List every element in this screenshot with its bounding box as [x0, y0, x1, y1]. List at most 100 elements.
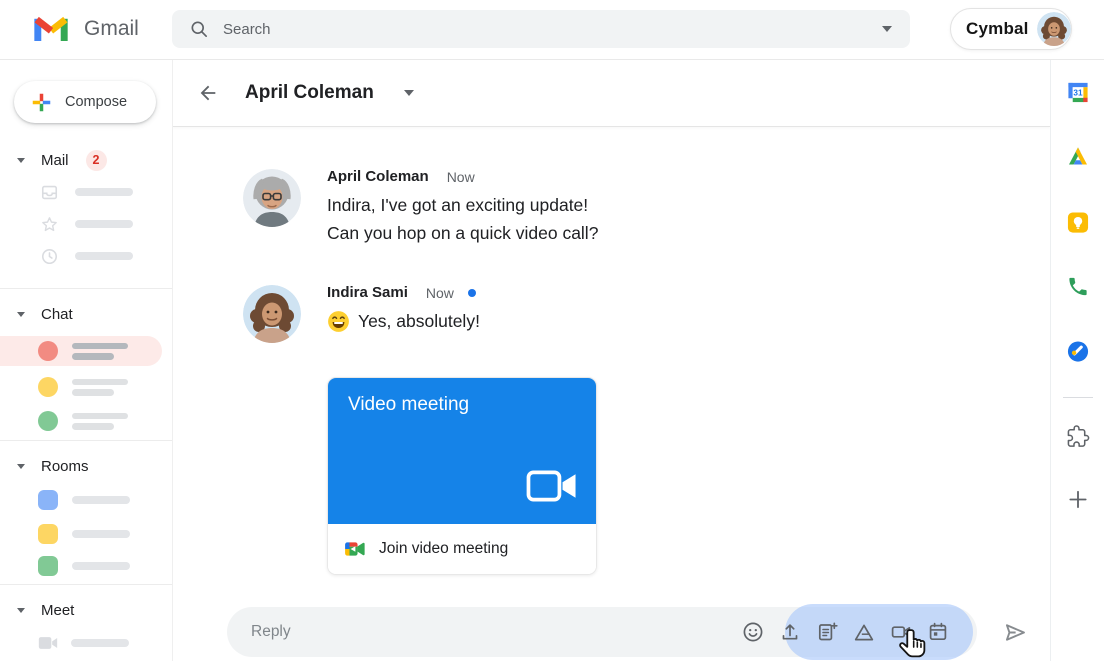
emoji-icon[interactable] [741, 620, 765, 644]
skeleton-bar [71, 639, 129, 647]
sidebar-section-rooms[interactable]: Rooms [0, 455, 172, 477]
calendar-icon[interactable] [926, 620, 950, 644]
search-input[interactable] [223, 21, 882, 38]
join-video-meeting-label: Join video meeting [379, 540, 508, 558]
inbox-icon [40, 183, 59, 202]
note-add-icon[interactable] [815, 620, 839, 644]
app-title: Gmail [84, 17, 139, 41]
chat-message: Indira Sami Now Yes, absolutely! [327, 284, 480, 336]
room-avatar [38, 490, 58, 510]
sidebar-divider [0, 288, 172, 289]
skeleton-bar [72, 562, 130, 570]
chat-message: April Coleman Now Indira, I've got an ex… [327, 168, 598, 247]
message-text: Yes, absolutely! [358, 308, 480, 336]
grinning-face-emoji [327, 310, 350, 333]
conversation-header: April Coleman [173, 60, 1050, 127]
video-meeting-card[interactable]: Video meeting Join video meeting [327, 377, 597, 575]
addons-puzzle-icon[interactable] [1066, 425, 1089, 448]
chevron-down-icon[interactable] [17, 312, 25, 317]
compose-button[interactable]: Compose [14, 81, 156, 123]
message-text-line: Can you hop on a quick video call? [327, 220, 598, 248]
clock-icon [40, 247, 59, 266]
conversation-caret-icon[interactable] [404, 90, 414, 96]
chat-conversation-item[interactable] [0, 372, 172, 402]
mail-folder-item[interactable] [40, 181, 172, 203]
message-timestamp: Now [447, 169, 475, 185]
reply-composer[interactable] [227, 607, 977, 657]
message-timestamp: Now [426, 285, 454, 301]
mail-unread-badge: 2 [86, 150, 107, 171]
meet-section-label: Meet [41, 602, 74, 619]
skeleton-bar [72, 343, 128, 350]
skeleton-bar [72, 496, 130, 504]
back-arrow-icon[interactable] [197, 82, 219, 104]
reply-input[interactable] [251, 607, 571, 657]
video-meeting-banner: Video meeting [328, 378, 596, 524]
message-sender: April Coleman [327, 168, 429, 185]
sidebar-section-mail[interactable]: Mail 2 [0, 149, 172, 171]
left-sidebar: Compose Mail 2 Chat [0, 60, 173, 661]
skeleton-bar [75, 220, 133, 228]
search-options-caret-icon[interactable] [882, 26, 892, 32]
call-icon[interactable] [1066, 275, 1089, 298]
svg-text:31: 31 [1073, 88, 1083, 97]
top-bar: Gmail Cymbal [0, 0, 1104, 60]
videocam-icon[interactable] [889, 620, 913, 644]
sidebar-section-chat[interactable]: Chat [0, 303, 172, 325]
join-video-meeting-button[interactable]: Join video meeting [328, 524, 596, 574]
gmail-app-window: Gmail Cymbal Compose [0, 0, 1104, 661]
mail-folder-item[interactable] [40, 213, 172, 235]
send-button[interactable] [1001, 619, 1028, 651]
keep-icon[interactable] [1066, 211, 1089, 234]
chat-section-label: Chat [41, 306, 73, 323]
avatar [38, 341, 58, 361]
videocam-icon [38, 635, 58, 651]
avatar [243, 169, 301, 227]
room-item[interactable] [0, 524, 172, 544]
account-chip[interactable]: Cymbal [950, 8, 1072, 50]
sidebar-section-meet[interactable]: Meet [0, 599, 172, 621]
drive-icon[interactable] [1066, 146, 1090, 168]
avatar [243, 285, 301, 343]
room-item[interactable] [0, 490, 172, 510]
skeleton-bar [72, 413, 128, 420]
calendar-icon[interactable]: 31 [1066, 81, 1089, 104]
skeleton-bar [72, 379, 128, 386]
tasks-icon[interactable] [1066, 340, 1089, 363]
chevron-down-icon[interactable] [17, 608, 25, 613]
compose-plus-icon [31, 92, 52, 113]
mail-folder-item[interactable] [40, 245, 172, 267]
avatar [38, 411, 58, 431]
meet-item[interactable] [0, 633, 172, 653]
rooms-section-label: Rooms [41, 458, 89, 475]
skeleton-bar [72, 530, 130, 538]
drive-icon[interactable] [852, 620, 876, 644]
skeleton-bar [72, 389, 114, 396]
chat-conversation-item-selected[interactable] [0, 336, 162, 366]
skeleton-bar [75, 188, 133, 196]
star-icon [40, 215, 59, 234]
avatar [38, 377, 58, 397]
add-icon[interactable] [1066, 488, 1089, 511]
skeleton-bar [75, 252, 133, 260]
videocam-icon [526, 466, 578, 511]
search-bar[interactable] [172, 10, 910, 48]
video-meeting-title: Video meeting [348, 394, 469, 416]
chevron-down-icon[interactable] [17, 158, 25, 163]
chat-conversation-item[interactable] [0, 406, 172, 436]
upload-icon[interactable] [778, 620, 802, 644]
sidebar-divider [0, 440, 172, 441]
account-avatar[interactable] [1037, 12, 1071, 46]
compose-label: Compose [65, 94, 127, 110]
brand-logo-text: Cymbal [966, 19, 1029, 39]
gmail-logo-icon[interactable] [34, 16, 68, 46]
rail-divider [1063, 397, 1093, 398]
unread-dot [468, 289, 476, 297]
room-item[interactable] [0, 556, 172, 576]
message-sender: Indira Sami [327, 284, 408, 301]
mail-section-label: Mail [41, 152, 69, 169]
conversation-title: April Coleman [245, 82, 374, 104]
search-icon [189, 19, 209, 39]
chevron-down-icon[interactable] [17, 464, 25, 469]
skeleton-bar [72, 353, 114, 360]
